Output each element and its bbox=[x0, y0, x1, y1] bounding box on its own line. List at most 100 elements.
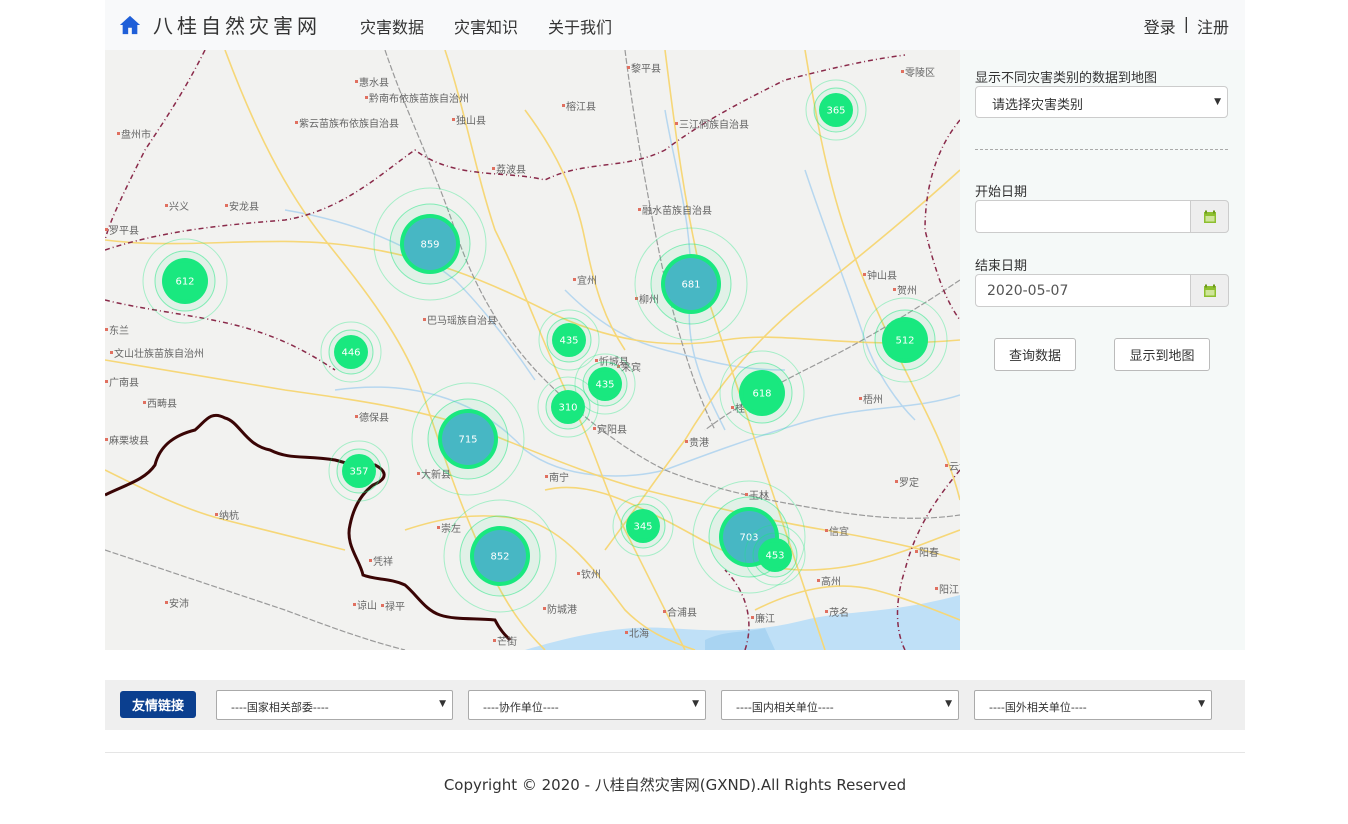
cluster-marker[interactable]: 446 bbox=[320, 321, 382, 383]
cluster-marker[interactable]: 618 bbox=[719, 350, 805, 436]
links-select-ministries[interactable]: ----国家相关部委---- ▼ bbox=[216, 690, 453, 720]
copyright: Copyright © 2020 - 八桂自然灾害网(GXND).All Rig… bbox=[443, 776, 907, 794]
chevron-down-icon: ▼ bbox=[692, 699, 699, 709]
place-marker bbox=[593, 427, 596, 430]
login-link[interactable]: 登录 bbox=[1144, 14, 1176, 38]
home-icon bbox=[119, 15, 141, 34]
cluster-count: 512 bbox=[895, 336, 914, 347]
links-select-value: ----协作单位---- bbox=[483, 701, 559, 714]
start-date-calendar-button[interactable] bbox=[1190, 200, 1229, 233]
map-canvas[interactable]: 惠水县黔南布依族苗族自治州独山县 榕江县三江侗族自治县 黎平县盘州市 紫云苗族布依族自… bbox=[105, 50, 960, 650]
place-marker bbox=[627, 66, 630, 69]
place-marker bbox=[381, 604, 384, 607]
nav-disaster-data[interactable]: 灾害数据 bbox=[360, 14, 424, 38]
cluster-marker[interactable]: 435 bbox=[538, 309, 600, 371]
end-date-label: 结束日期 bbox=[975, 259, 1028, 274]
chevron-down-icon: ▼ bbox=[1198, 699, 1205, 709]
place-label: 盘州市 bbox=[121, 128, 151, 141]
place-label: 文山壮族苗族自治州 bbox=[114, 347, 204, 360]
nav-disaster-knowledge[interactable]: 灾害知识 bbox=[454, 14, 518, 38]
page: 八桂自然灾害网 灾害数据 灾害知识 关于我们 登录 | 注册 惠水县 黔南布依族… bbox=[105, 0, 1245, 794]
start-date-label: 开始日期 bbox=[975, 185, 1028, 200]
place-marker bbox=[143, 401, 146, 404]
cluster-count: 365 bbox=[826, 106, 845, 117]
place-label: 宜州 bbox=[577, 274, 597, 287]
end-date-calendar-button[interactable] bbox=[1190, 274, 1229, 307]
register-link[interactable]: 注册 bbox=[1197, 14, 1229, 38]
cluster-count: 435 bbox=[559, 336, 578, 347]
place-marker bbox=[893, 288, 896, 291]
place-marker bbox=[437, 526, 440, 529]
place-label: 阳江 bbox=[939, 584, 959, 596]
calendar-icon bbox=[1203, 284, 1216, 297]
links-select-foreign[interactable]: ----国外相关单位---- ▼ bbox=[974, 690, 1212, 720]
place-marker bbox=[225, 204, 228, 207]
place-marker bbox=[638, 208, 641, 211]
query-data-button[interactable]: 查询数据 bbox=[994, 338, 1076, 371]
place-marker bbox=[369, 559, 372, 562]
place-marker bbox=[543, 607, 546, 610]
place-label: 西畴县 bbox=[147, 397, 177, 410]
place-marker bbox=[745, 493, 748, 496]
cluster-count: 715 bbox=[458, 435, 477, 446]
cluster-marker[interactable]: 310 bbox=[537, 376, 599, 438]
cluster-count: 618 bbox=[752, 389, 771, 400]
category-select[interactable]: 请选择灾害类别 ▼ bbox=[975, 86, 1228, 118]
links-select-partners[interactable]: ----协作单位---- ▼ bbox=[468, 690, 706, 720]
place-marker bbox=[215, 513, 218, 516]
show-on-map-button[interactable]: 显示到地图 bbox=[1114, 338, 1210, 371]
links-select-value: ----国家相关部委---- bbox=[231, 701, 329, 714]
place-label: 廉江 bbox=[755, 612, 775, 625]
place-marker bbox=[825, 529, 828, 532]
cluster-marker[interactable]: 681 bbox=[634, 227, 748, 341]
map[interactable]: 惠水县 黔南布依族苗族自治州 独山县 榕江县 三江侗族自治县 黎平县 盘州市 紫云苗族布依族自… bbox=[105, 50, 960, 650]
cluster-count: 453 bbox=[765, 551, 784, 562]
place-marker bbox=[915, 550, 918, 553]
place-marker bbox=[595, 359, 598, 362]
place-marker bbox=[817, 579, 820, 582]
place-marker bbox=[105, 380, 108, 383]
cluster-marker[interactable]: 357 bbox=[328, 440, 390, 502]
place-marker bbox=[105, 228, 108, 231]
place-marker bbox=[731, 406, 734, 409]
cluster-count: 357 bbox=[349, 467, 368, 478]
place-marker bbox=[165, 204, 168, 207]
end-date-input[interactable]: 2020-05-07 bbox=[975, 274, 1191, 307]
place-label: 阳春 bbox=[919, 547, 939, 559]
cluster-marker[interactable]: 453 bbox=[744, 524, 806, 586]
place-label: 梧州 bbox=[863, 393, 883, 406]
cluster-count: 703 bbox=[739, 533, 758, 544]
start-date-input[interactable] bbox=[975, 200, 1191, 233]
place-label: 南宁 bbox=[549, 471, 569, 484]
cluster-marker[interactable]: 612 bbox=[142, 238, 228, 324]
place-marker bbox=[825, 610, 828, 613]
cluster-marker[interactable]: 859 bbox=[373, 187, 487, 301]
place-label: 榕江县 bbox=[566, 100, 596, 113]
place-marker bbox=[423, 318, 426, 321]
place-marker bbox=[295, 121, 298, 124]
place-label: 三江侗族自治县 bbox=[679, 118, 749, 131]
place-marker bbox=[685, 440, 688, 443]
place-label: 防城港 bbox=[547, 603, 577, 616]
nav-about-us[interactable]: 关于我们 bbox=[548, 14, 612, 38]
cluster-count: 852 bbox=[490, 552, 509, 563]
links-select-value: ----国内相关单位---- bbox=[736, 701, 834, 714]
place-label: 独山县 bbox=[456, 114, 486, 127]
place-marker bbox=[675, 122, 678, 125]
navbar: 八桂自然灾害网 灾害数据 灾害知识 关于我们 登录 | 注册 bbox=[105, 0, 1245, 50]
place-label: 黔南布依族苗族自治州 bbox=[369, 92, 469, 105]
cluster-marker[interactable]: 365 bbox=[805, 79, 867, 141]
friend-links-bar: 友情链接 ----国家相关部委---- ▼ ----协作单位---- ▼ ----国… bbox=[105, 680, 1245, 730]
place-marker bbox=[863, 273, 866, 276]
place-marker bbox=[165, 601, 168, 604]
place-label: 紫云苗族布依族自治县 bbox=[299, 117, 399, 130]
auth-separator: | bbox=[1183, 14, 1189, 33]
place-label: 云浮 bbox=[949, 461, 960, 473]
place-marker bbox=[355, 80, 358, 83]
cluster-count: 435 bbox=[595, 380, 614, 391]
links-select-domestic[interactable]: ----国内相关单位---- ▼ bbox=[721, 690, 959, 720]
brand[interactable]: 八桂自然灾害网 bbox=[119, 10, 321, 39]
place-marker bbox=[901, 70, 904, 73]
cluster-marker[interactable]: 345 bbox=[612, 495, 674, 557]
cluster-marker[interactable]: 512 bbox=[862, 297, 948, 383]
